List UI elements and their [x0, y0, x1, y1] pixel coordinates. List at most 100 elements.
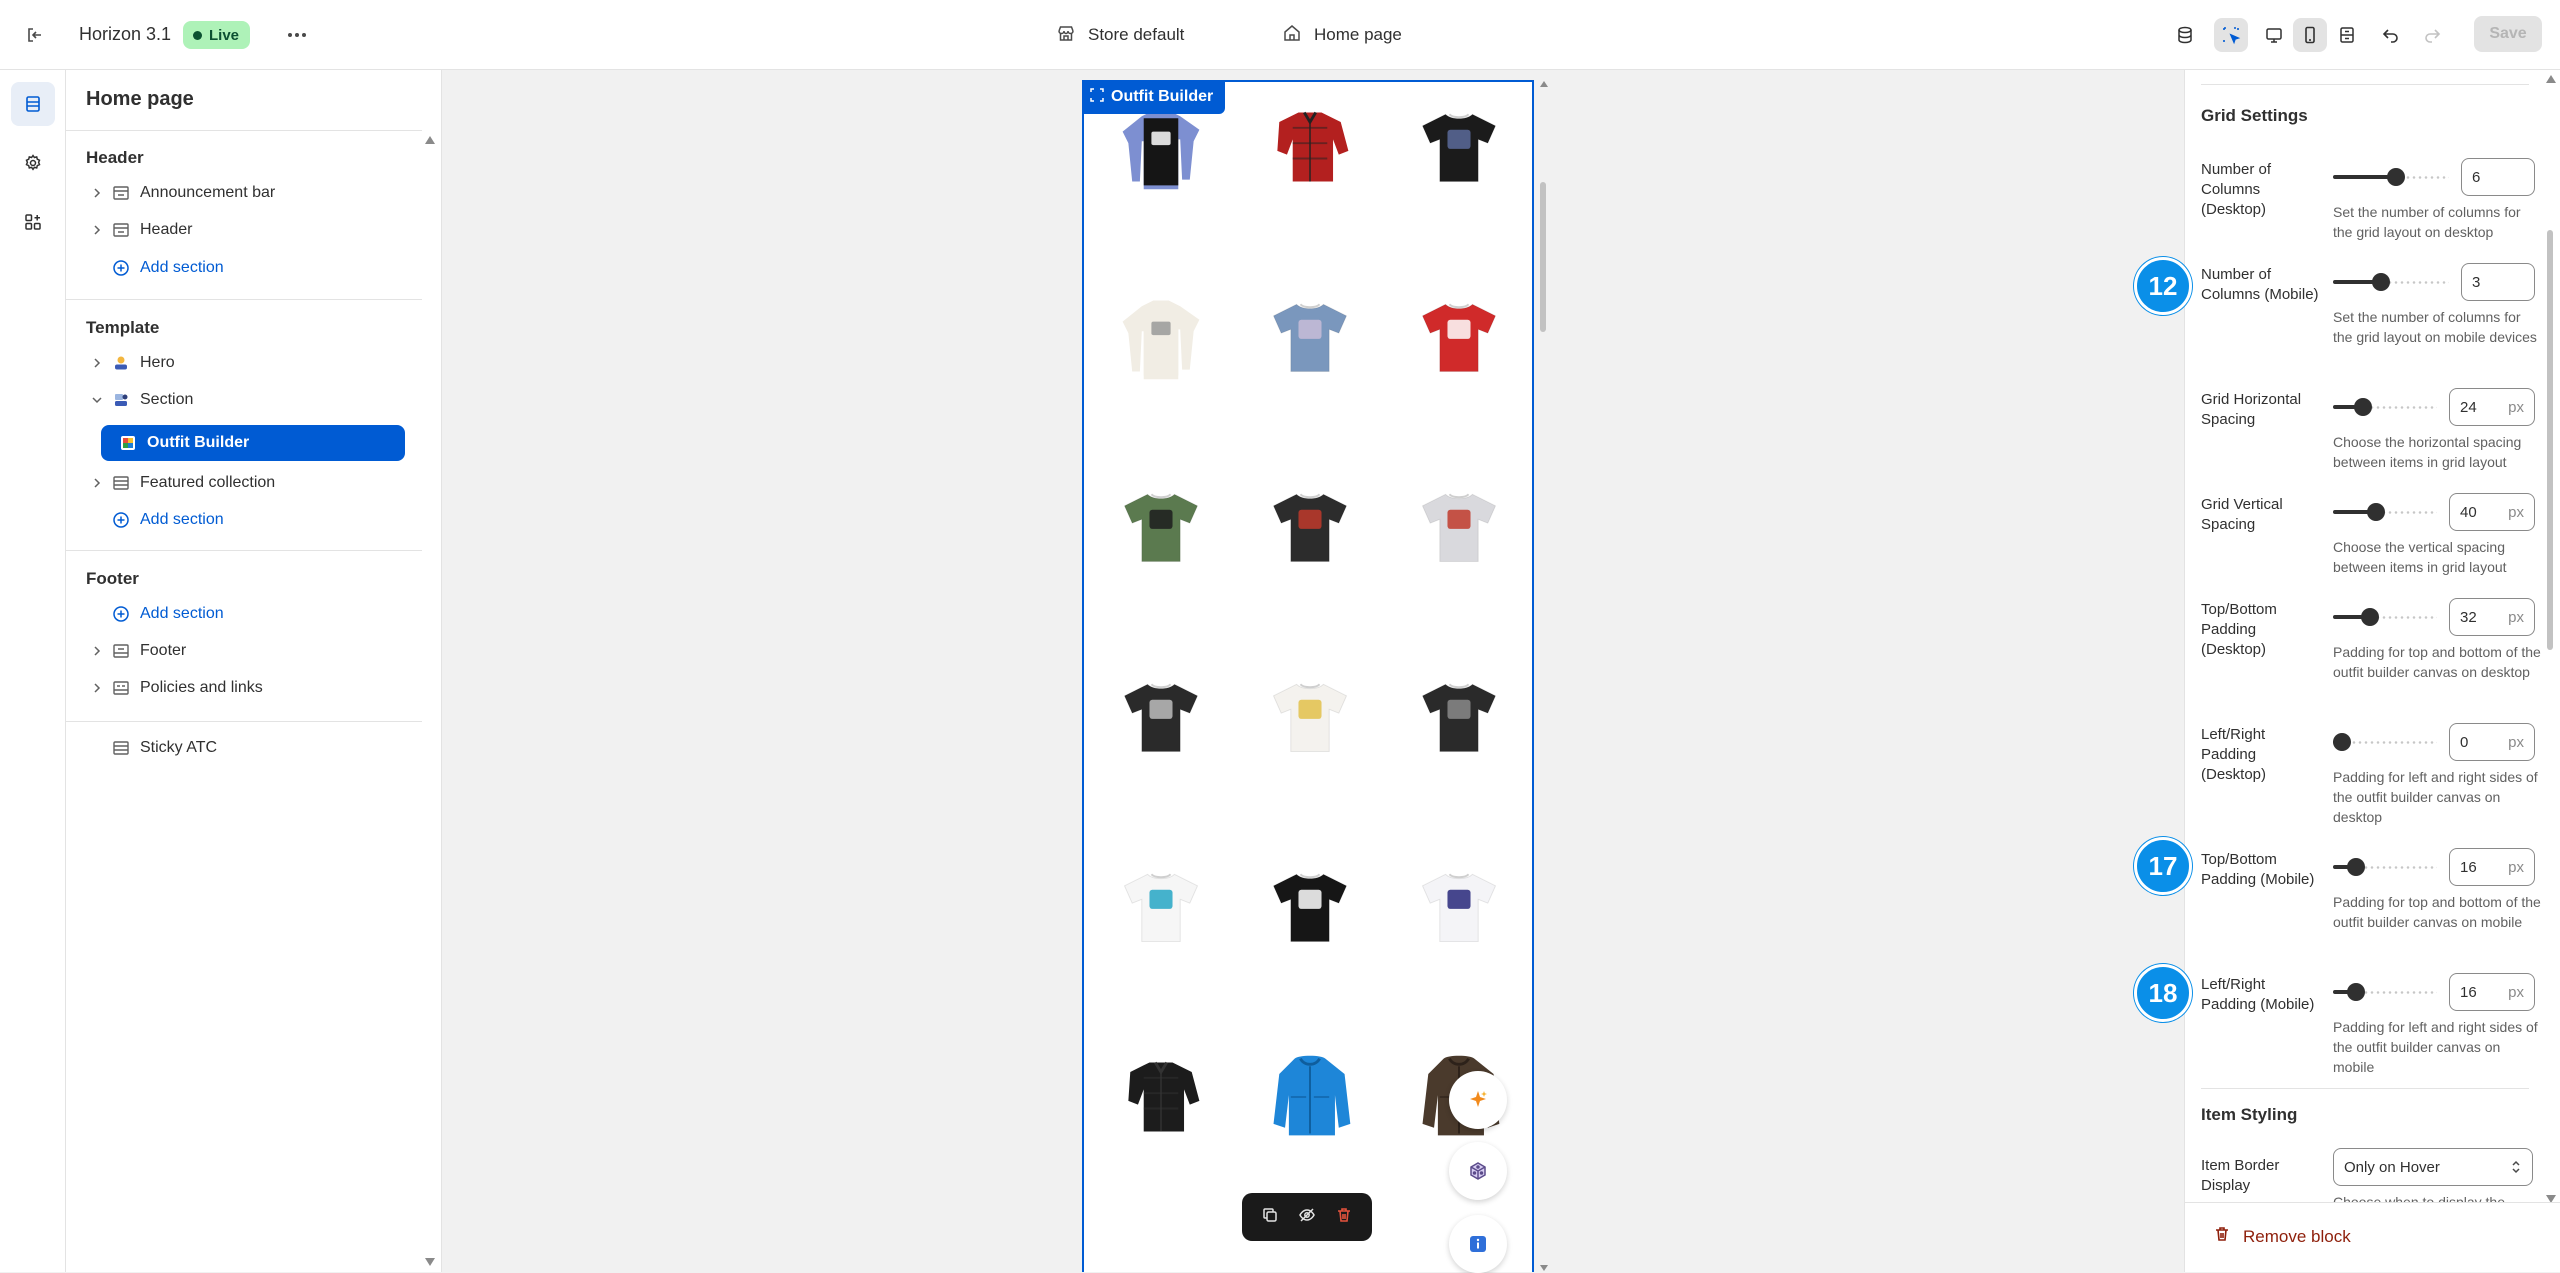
add-section-footer-button[interactable]: Add section	[86, 597, 416, 631]
product-thumbnail[interactable]	[1100, 672, 1221, 762]
product-thumbnail[interactable]	[1100, 102, 1221, 192]
store-selector[interactable]: Store default	[1056, 20, 1184, 50]
hide-icon[interactable]	[1298, 1206, 1316, 1229]
add-section-template-button[interactable]: Add section	[86, 503, 416, 537]
item-border-display-select[interactable]: Only on Hover	[2333, 1148, 2533, 1186]
item-border-display-value: Only on Hover	[2344, 1158, 2440, 1176]
scroll-up-icon[interactable]	[424, 132, 436, 150]
product-thumbnail[interactable]	[1249, 102, 1370, 192]
scroll-up-icon[interactable]	[1539, 80, 1549, 88]
product-thumbnail[interactable]	[1100, 862, 1221, 952]
setting-slider[interactable]	[2333, 502, 2437, 522]
slider-knob[interactable]	[2367, 503, 2385, 521]
product-thumbnail[interactable]	[1399, 102, 1520, 192]
product-thumbnail[interactable]	[1399, 862, 1520, 952]
slider-knob[interactable]	[2347, 983, 2365, 1001]
fullscreen-icon[interactable]	[2330, 18, 2364, 52]
product-thumbnail[interactable]	[1249, 292, 1370, 382]
exit-icon[interactable]	[20, 20, 50, 50]
inspector-icon[interactable]	[2214, 18, 2248, 52]
sidebar-item-hero[interactable]: Hero	[86, 346, 416, 380]
chevron-right-icon[interactable]	[86, 683, 108, 693]
preview-scroll-thumb[interactable]	[1540, 182, 1546, 332]
sparkle-icon[interactable]	[1449, 1071, 1507, 1129]
product-thumbnail[interactable]	[1100, 1052, 1221, 1142]
chevron-right-icon[interactable]	[86, 188, 108, 198]
scroll-down-icon[interactable]	[424, 1254, 436, 1272]
chevron-right-icon[interactable]	[86, 646, 108, 656]
section-layout-icon	[108, 679, 134, 697]
product-thumbnail[interactable]	[1399, 482, 1520, 572]
delete-icon[interactable]	[1335, 1206, 1353, 1229]
save-button[interactable]: Save	[2474, 16, 2542, 52]
setting-slider[interactable]	[2333, 607, 2437, 627]
undo-icon[interactable]	[2374, 18, 2408, 52]
slider-knob[interactable]	[2372, 273, 2390, 291]
product-thumbnail[interactable]	[1249, 482, 1370, 572]
database-icon[interactable]	[2168, 18, 2202, 52]
setting-number-input[interactable]: 16 px	[2449, 973, 2535, 1011]
sidebar-item-outfit-builder[interactable]: Outfit Builder	[101, 425, 405, 461]
desktop-view-icon[interactable]	[2257, 18, 2291, 52]
product-thumbnail[interactable]	[1100, 292, 1221, 382]
page-selector[interactable]: Home page	[1282, 20, 1402, 50]
sections-icon[interactable]	[11, 82, 55, 126]
sidebar-item-sticky-atc[interactable]: Sticky ATC	[86, 731, 416, 765]
setting-slider[interactable]	[2333, 272, 2449, 292]
apps-icon[interactable]	[11, 200, 55, 244]
chevron-down-icon[interactable]	[86, 395, 108, 405]
dice-icon[interactable]	[1449, 1142, 1507, 1200]
remove-block-button[interactable]: Remove block	[2213, 1225, 2351, 1248]
setting-number-input[interactable]: 24 px	[2449, 388, 2535, 426]
setting-number-input[interactable]: 6	[2461, 158, 2535, 196]
more-actions-icon[interactable]	[282, 20, 312, 50]
slider-knob[interactable]	[2361, 608, 2379, 626]
setting-slider[interactable]	[2333, 167, 2449, 187]
sidebar-item-featured-collection[interactable]: Featured collection	[86, 466, 416, 500]
product-thumbnail[interactable]	[1399, 292, 1520, 382]
slider-knob[interactable]	[2354, 398, 2372, 416]
scroll-up-icon[interactable]	[2545, 74, 2557, 84]
setting-number-input[interactable]: 0 px	[2449, 723, 2535, 761]
setting-number-input[interactable]: 16 px	[2449, 848, 2535, 886]
setting-help-text: Choose the vertical spacing between item…	[2333, 539, 2507, 575]
setting-slider[interactable]	[2333, 732, 2437, 752]
live-badge-label: Live	[209, 26, 240, 44]
selected-block-tag[interactable]: Outfit Builder	[1082, 80, 1226, 114]
info-icon[interactable]	[1449, 1215, 1507, 1273]
add-section-header-button[interactable]: Add section	[86, 251, 416, 285]
duplicate-icon[interactable]	[1261, 1206, 1279, 1229]
sidebar-item-policies-and-links[interactable]: Policies and links	[86, 671, 416, 705]
sidebar-item-header[interactable]: Header	[86, 213, 416, 247]
scroll-down-icon[interactable]	[1539, 1264, 1549, 1272]
sidebar-item-announcement-bar[interactable]: Announcement bar	[86, 176, 416, 210]
setting-number-input[interactable]: 3	[2461, 263, 2535, 301]
product-thumbnail[interactable]	[1100, 482, 1221, 572]
settings-gear-icon[interactable]	[11, 141, 55, 185]
slider-knob[interactable]	[2387, 168, 2405, 186]
select-frame-icon	[1090, 87, 1104, 107]
chevron-right-icon[interactable]	[86, 225, 108, 235]
sidebar-item-footer[interactable]: Footer	[86, 634, 416, 668]
setting-unit: px	[2508, 858, 2524, 876]
mobile-view-icon[interactable]	[2293, 18, 2327, 52]
remove-block-label: Remove block	[2243, 1226, 2351, 1246]
settings-scroll-thumb[interactable]	[2547, 230, 2553, 650]
setting-number-input[interactable]: 40 px	[2449, 493, 2535, 531]
setting-slider[interactable]	[2333, 397, 2437, 417]
setting-slider[interactable]	[2333, 982, 2437, 1002]
slider-knob[interactable]	[2333, 733, 2351, 751]
setting-help-text: Choose the horizontal spacing between it…	[2333, 434, 2522, 470]
sidebar-item-section[interactable]: Section	[86, 383, 416, 417]
block-toolbar	[1242, 1193, 1372, 1241]
chevron-right-icon[interactable]	[86, 358, 108, 368]
slider-knob[interactable]	[2347, 858, 2365, 876]
redo-icon[interactable]	[2415, 18, 2449, 52]
product-thumbnail[interactable]	[1399, 672, 1520, 762]
product-thumbnail[interactable]	[1249, 672, 1370, 762]
product-thumbnail[interactable]	[1249, 862, 1370, 952]
setting-slider[interactable]	[2333, 857, 2437, 877]
setting-number-input[interactable]: 32 px	[2449, 598, 2535, 636]
product-thumbnail[interactable]	[1249, 1052, 1370, 1142]
chevron-right-icon[interactable]	[86, 478, 108, 488]
